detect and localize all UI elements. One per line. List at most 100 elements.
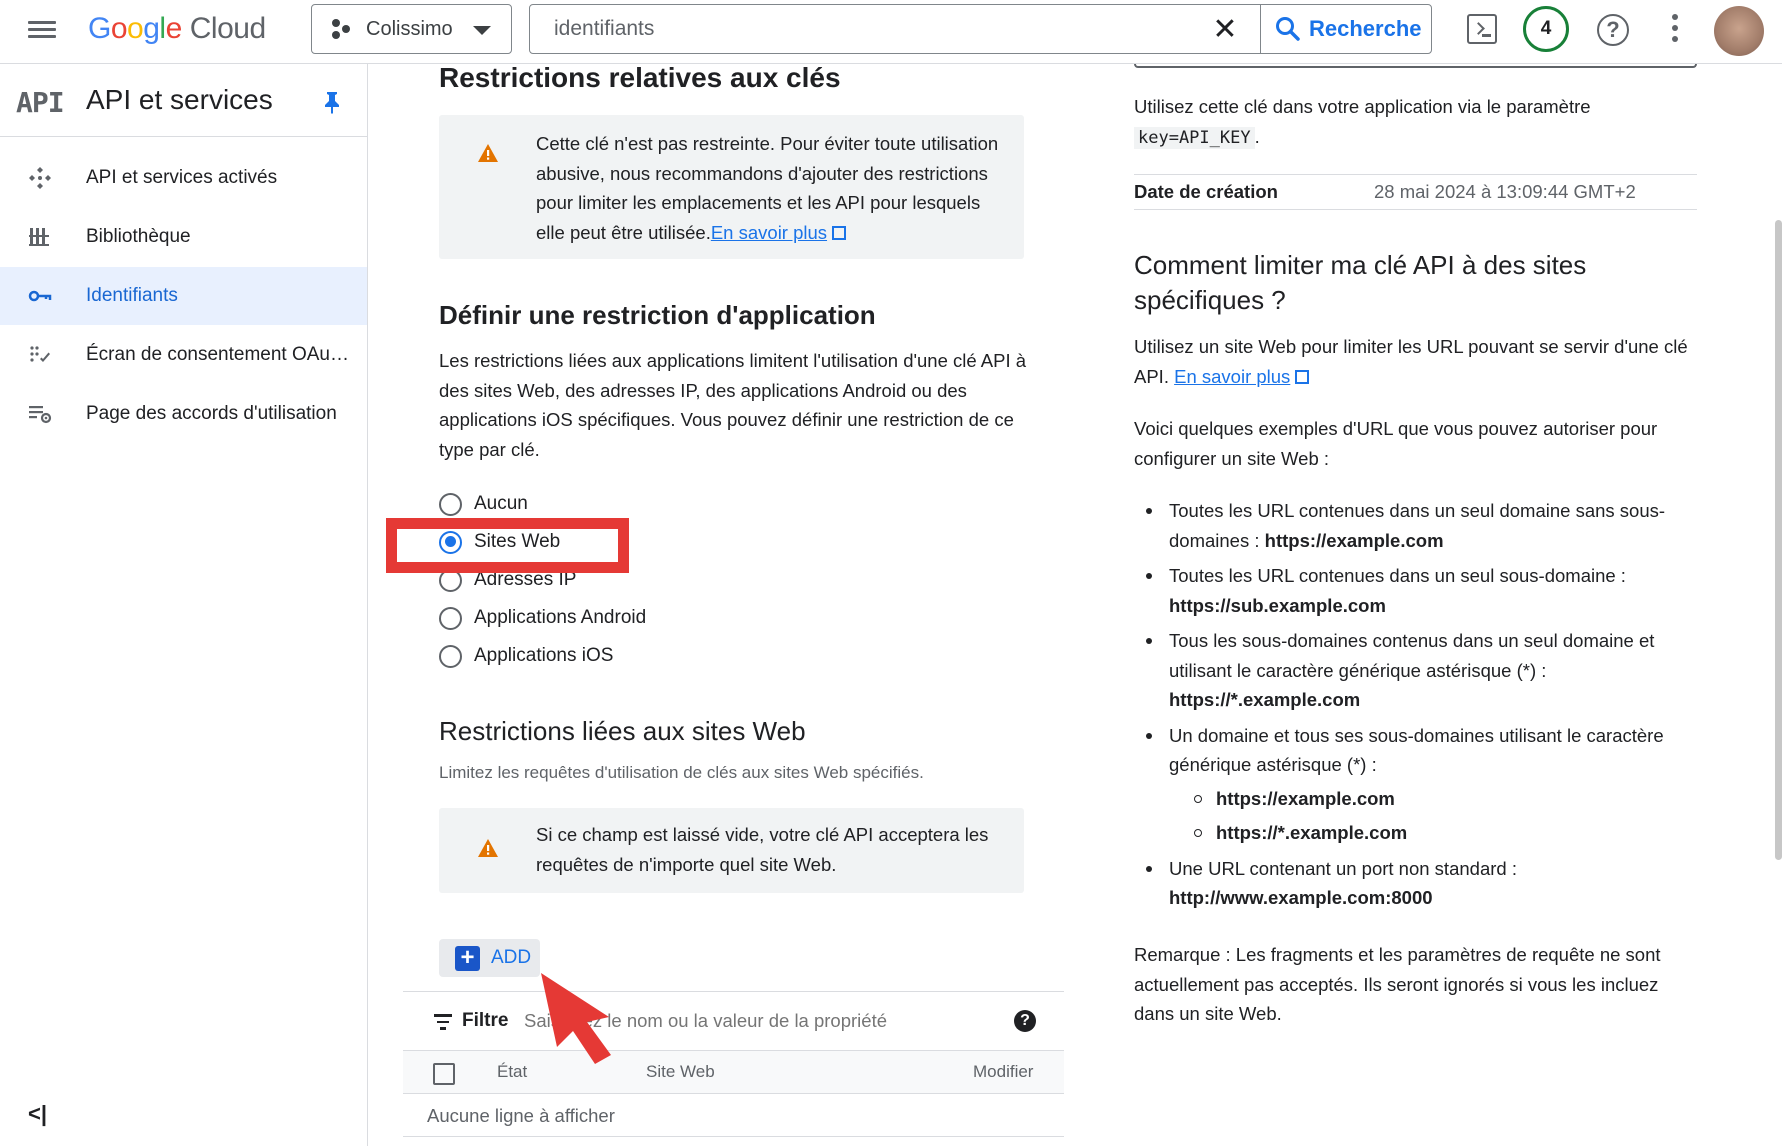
consent-icon (30, 346, 50, 362)
avatar[interactable] (1714, 6, 1764, 56)
add-icon: + (455, 945, 480, 971)
add-website-button[interactable]: + ADD (439, 939, 540, 977)
list-item: Toutes les URL contenues dans un seul so… (1134, 561, 1694, 620)
menu-icon[interactable] (26, 17, 58, 47)
website-restrictions-title: Restrictions liées aux sites Web (439, 716, 806, 746)
examples-list: Toutes les URL contenues dans un seul do… (1134, 496, 1694, 919)
radio-label: Applications iOS (474, 645, 614, 666)
project-picker[interactable]: Colissimo (311, 4, 512, 54)
sidebar-item-oauth-consent[interactable]: Écran de consentement OAu… (0, 326, 367, 384)
logo-letter: o (127, 12, 144, 45)
empty-table-row: Aucune ligne à afficher (403, 1094, 1064, 1137)
sidebar-item-library[interactable]: Bibliothèque (0, 208, 367, 266)
api-key-param: key=API_KEY (1134, 126, 1255, 149)
creation-date-row: Date de création 28 mai 2024 à 13:09:44 … (1134, 174, 1697, 210)
sidebar-item-label: Page des accords d'utilisation (86, 403, 337, 424)
radio-button[interactable] (439, 644, 462, 668)
empty-message: Aucune ligne à afficher (427, 1105, 615, 1126)
sidebar-item-credentials[interactable]: Identifiants (0, 267, 367, 325)
website-restrictions-hint: Limitez les requêtes d'utilisation de cl… (439, 763, 924, 782)
help-icon[interactable]: ? (1014, 1010, 1036, 1032)
list-item: Tous les sous-domaines contenus dans un … (1134, 626, 1694, 715)
radio-none[interactable]: Aucun (439, 489, 528, 519)
add-button-label: ADD (491, 947, 532, 968)
search-input[interactable] (554, 13, 1194, 45)
sidebar-item-enabled-apis[interactable]: API et services activés (0, 149, 367, 207)
pin-icon[interactable] (322, 90, 342, 114)
logo-letter: G (88, 12, 111, 45)
creation-date-value: 28 mai 2024 à 13:09:44 GMT+2 (1374, 181, 1636, 202)
logo-cloud-text: Cloud (189, 12, 266, 45)
sidebar-item-agreements[interactable]: Page des accords d'utilisation (0, 385, 367, 443)
column-website[interactable]: Site Web (646, 1062, 715, 1082)
key-icon (28, 290, 52, 302)
example-url: https://sub.example.com (1169, 594, 1386, 616)
learn-more-link[interactable]: En savoir plus (711, 222, 827, 243)
usage-text: Utilisez cette clé dans votre applicatio… (1134, 96, 1591, 117)
warning-message: Si ce champ est laissé vide, votre clé A… (536, 824, 989, 875)
usage-end: . (1254, 125, 1260, 147)
example-url: http://www.example.com:8000 (1169, 887, 1433, 908)
list-item: https://*.example.com (1169, 818, 1694, 848)
chevron-down-icon (473, 26, 491, 35)
library-icon (29, 228, 49, 246)
highlight-annotation (386, 518, 629, 573)
example-url: https://*.example.com (1216, 822, 1408, 843)
example-text: Tous les sous-domaines contenus dans un … (1169, 630, 1655, 681)
warning-icon (478, 839, 498, 857)
column-edit: Modifier (973, 1062, 1034, 1081)
google-cloud-logo[interactable]: Google Cloud (88, 12, 266, 46)
column-status[interactable]: État (497, 1062, 527, 1082)
collapse-sidebar-icon[interactable]: <| (28, 1101, 47, 1127)
search-button[interactable]: Recherche (1275, 11, 1422, 47)
notifications-badge[interactable]: 4 (1523, 6, 1569, 52)
sidebar-title: API et services (86, 84, 273, 115)
table-header: État Site Web Modifier (403, 1051, 1064, 1094)
example-url: https://*.example.com (1169, 689, 1361, 710)
search-icon (1276, 17, 1300, 41)
list-item: Un domaine et tous ses sous-domaines uti… (1134, 721, 1694, 848)
info-panel: Utilisez cette clé dans votre applicatio… (1134, 64, 1782, 1146)
radio-button[interactable] (439, 492, 462, 516)
search-button-label: Recherche (1309, 16, 1422, 41)
agreements-icon (29, 406, 52, 424)
pointer-annotation-icon (541, 973, 611, 1064)
panel-top-border (1134, 64, 1697, 68)
sidebar-header: API API et services (0, 64, 367, 137)
warning-text: Cette clé n'est pas restreinte. Pour évi… (536, 129, 1006, 247)
example-text: Toutes les URL contenues dans un seul so… (1169, 565, 1626, 586)
example-url: https://example.com (1264, 529, 1444, 551)
help-icon[interactable]: ? (1597, 14, 1629, 46)
filter-icon (434, 1014, 452, 1034)
search-divider (1260, 5, 1261, 53)
more-vert-icon[interactable] (1672, 14, 1678, 44)
creation-date-label: Date de création (1134, 181, 1278, 202)
select-all-checkbox[interactable] (433, 1063, 455, 1085)
search-box: ✕ Recherche (529, 4, 1432, 54)
project-icon (330, 18, 352, 40)
example-text: Un domaine et tous ses sous-domaines uti… (1169, 724, 1664, 776)
radio-button[interactable] (439, 606, 462, 630)
learn-more-link[interactable]: En savoir plus (1174, 366, 1290, 387)
project-name: Colissimo (366, 17, 453, 40)
sub-examples-list: https://example.com https://*.example.co… (1169, 784, 1694, 848)
warning-icon (478, 144, 498, 162)
terminal-icon[interactable] (1467, 14, 1497, 44)
list-item: Une URL contenant un port non standard :… (1134, 854, 1694, 913)
examples-intro: Voici quelques exemples d'URL que vous p… (1134, 418, 1658, 469)
example-text: Une URL contenant un port non standard : (1169, 857, 1517, 879)
list-item: https://example.com (1169, 784, 1694, 814)
sidebar-item-label: Écran de consentement OAu… (86, 344, 349, 365)
sidebar-item-label: Bibliothèque (86, 226, 191, 247)
close-icon[interactable]: ✕ (1210, 15, 1240, 45)
api-logo-icon: API (16, 86, 65, 119)
sidebar-item-label: API et services activés (86, 167, 278, 188)
sidebar: API API et services API et services acti… (0, 64, 368, 1146)
how-to-text: Utilisez un site Web pour limiter les UR… (1134, 332, 1694, 391)
scrollbar[interactable] (1775, 220, 1782, 860)
radio-android-apps[interactable]: Applications Android (439, 603, 646, 633)
empty-field-warning: Si ce champ est laissé vide, votre clé A… (439, 808, 1024, 893)
usage-instructions: Utilisez cette clé dans votre applicatio… (1134, 92, 1694, 153)
app-restriction-description: Les restrictions liées aux applications … (439, 350, 1027, 460)
radio-ios-apps[interactable]: Applications iOS (439, 641, 613, 671)
